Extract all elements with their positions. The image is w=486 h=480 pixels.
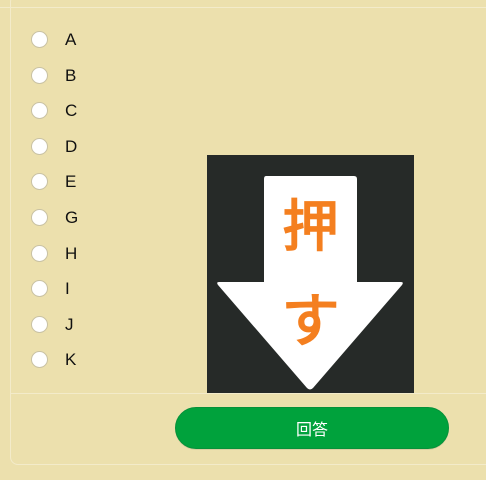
radio-button[interactable]	[31, 173, 48, 191]
option-b[interactable]: B	[31, 65, 78, 101]
option-label: K	[65, 350, 77, 370]
radio-button[interactable]	[31, 280, 48, 298]
radio-button[interactable]	[31, 244, 48, 262]
down-arrow-icon: 押 す	[207, 155, 414, 394]
radio-button[interactable]	[31, 66, 48, 84]
radio-button[interactable]	[31, 351, 48, 369]
answer-button[interactable]: 回答	[175, 407, 449, 449]
option-label: H	[65, 243, 78, 263]
radio-button[interactable]	[31, 102, 48, 120]
arrow-text-top: 押	[283, 195, 339, 260]
answer-options: A B C D E G H I J K	[31, 29, 78, 385]
radio-button[interactable]	[31, 315, 48, 333]
option-label: C	[65, 101, 78, 121]
radio-button[interactable]	[31, 137, 48, 155]
option-h[interactable]: H	[31, 243, 78, 279]
footer-divider	[10, 393, 486, 394]
option-e[interactable]: E	[31, 171, 78, 207]
option-label: G	[65, 207, 79, 227]
option-label: B	[65, 65, 77, 85]
option-label: A	[65, 30, 77, 49]
option-i[interactable]: I	[31, 278, 78, 314]
option-k[interactable]: K	[31, 349, 78, 385]
option-label: J	[65, 314, 74, 334]
option-label: E	[65, 172, 77, 192]
option-c[interactable]: C	[31, 100, 78, 136]
radio-button[interactable]	[31, 31, 48, 48]
push-down-arrow-image: 押 す	[207, 155, 414, 394]
option-label: D	[65, 136, 78, 156]
option-g[interactable]: G	[31, 207, 78, 243]
top-divider	[0, 7, 486, 8]
option-d[interactable]: D	[31, 136, 78, 172]
radio-button[interactable]	[31, 208, 48, 226]
option-a[interactable]: A	[31, 29, 78, 65]
arrow-text-bottom: す	[281, 287, 339, 355]
option-label: I	[65, 279, 70, 299]
option-j[interactable]: J	[31, 314, 78, 350]
